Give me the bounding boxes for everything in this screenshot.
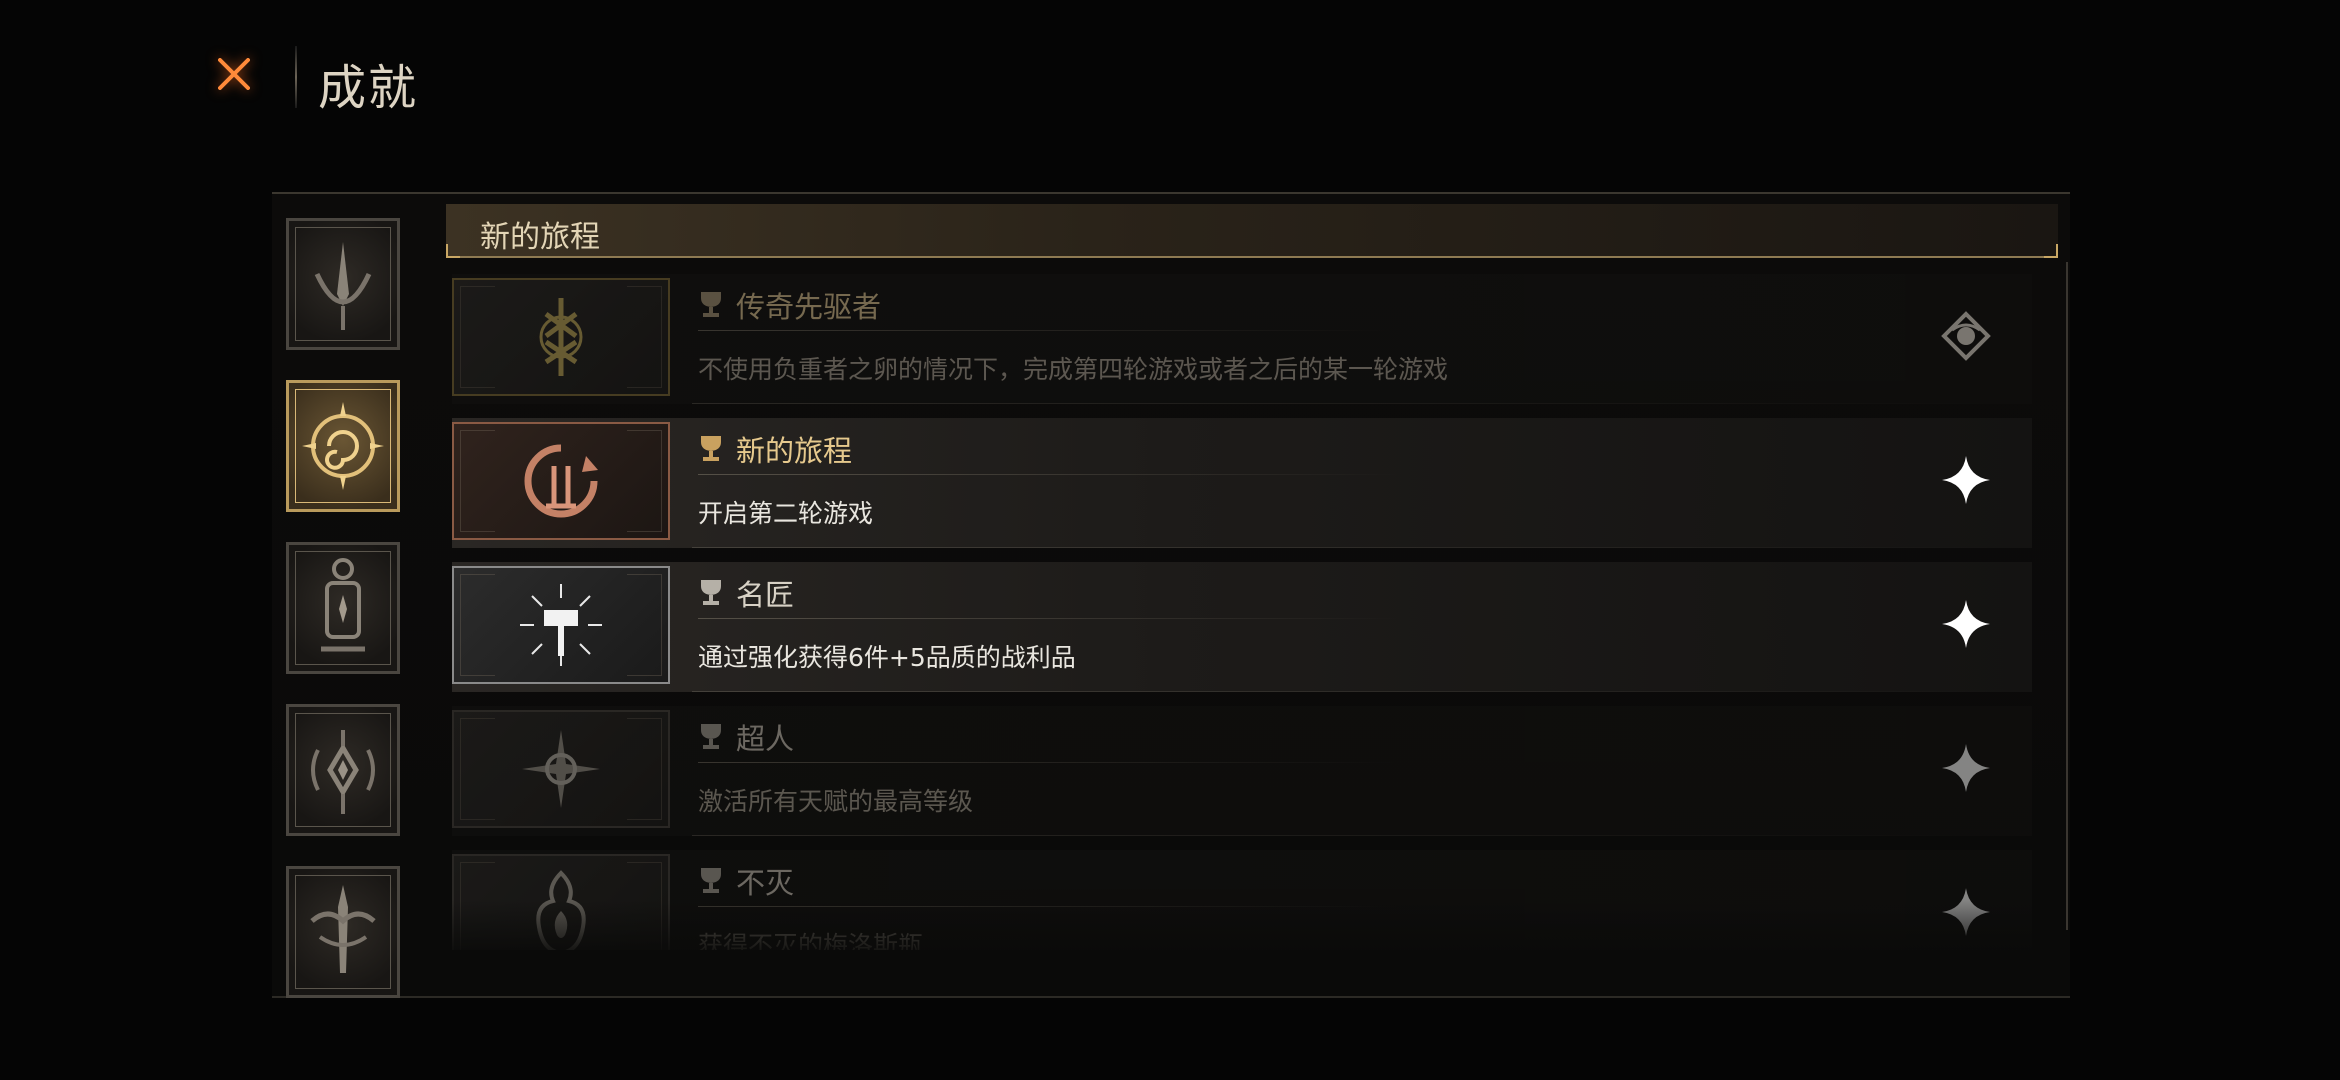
name-underline xyxy=(698,618,1398,619)
trophy-icon xyxy=(701,580,721,605)
sparkle-star-icon xyxy=(1942,600,1990,648)
sparkle-star-icon xyxy=(1942,456,1990,504)
achievement-description: 获得不灭的梅洛斯瓶 xyxy=(698,931,924,950)
lantern-emblem-icon xyxy=(321,558,365,652)
trophy-icon xyxy=(701,436,721,461)
crest-badge-icon xyxy=(1941,311,1991,361)
category-tab-5[interactable] xyxy=(286,866,400,998)
status-badge xyxy=(1936,738,1996,798)
achievement-row-2[interactable]: 新的旅程 开启第二轮游戏 xyxy=(452,418,2032,548)
achievement-name: 传奇先驱者 xyxy=(736,290,882,324)
compass-spiral-emblem-icon xyxy=(302,402,384,490)
category-tab-1[interactable] xyxy=(286,218,400,350)
cycle-rune-icon xyxy=(524,444,598,518)
category-tab-2[interactable] xyxy=(286,380,400,512)
thorned-eye-emblem-icon xyxy=(311,730,375,814)
achievement-row-4[interactable]: 超人 激活所有天赋的最高等级 xyxy=(452,706,2032,836)
rune-sigil-icon xyxy=(539,298,583,376)
status-badge xyxy=(1936,882,1996,942)
row-divider xyxy=(692,835,1992,836)
sparkle-star-icon xyxy=(1942,888,1990,936)
achievement-thumb xyxy=(452,278,670,396)
achievement-row-5[interactable]: 不灭 获得不灭的梅洛斯瓶 xyxy=(452,850,2032,950)
trophy-icon xyxy=(701,868,721,893)
achievement-description: 通过强化获得6件+5品质的战利品 xyxy=(698,643,1076,672)
close-x-icon xyxy=(218,58,250,90)
achievement-name: 新的旅程 xyxy=(736,434,853,468)
achievement-name: 名匠 xyxy=(736,578,795,612)
close-button[interactable] xyxy=(208,48,260,100)
trophy-icon xyxy=(701,724,721,749)
achievement-description: 不使用负重者之卵的情况下，完成第四轮游戏或者之后的某一轮游戏 xyxy=(698,355,1449,384)
trophy-icon xyxy=(701,292,721,317)
name-underline xyxy=(698,474,1398,475)
header-divider xyxy=(295,46,297,108)
name-underline xyxy=(698,906,1398,907)
achievement-row-1[interactable]: 传奇先驱者 不使用负重者之卵的情况下，完成第四轮游戏或者之后的某一轮游戏 xyxy=(452,274,2032,404)
category-tab-3[interactable] xyxy=(286,542,400,674)
spire-emblem-icon xyxy=(314,242,372,330)
achievement-thumb xyxy=(452,566,670,684)
name-underline xyxy=(698,762,1398,763)
row-divider xyxy=(692,403,1992,404)
page-title: 成就 xyxy=(318,60,419,116)
achievement-description: 开启第二轮游戏 xyxy=(698,499,874,528)
sparkle-star-icon xyxy=(1942,744,1990,792)
row-divider xyxy=(692,691,1992,692)
status-badge xyxy=(1936,306,1996,366)
ornate-sword-emblem-icon xyxy=(310,885,376,973)
section-title: 新的旅程 xyxy=(480,220,600,255)
achievement-row-3[interactable]: 名匠 通过强化获得6件+5品质的战利品 xyxy=(452,562,2032,692)
radiant-hammer-icon xyxy=(520,584,602,666)
section-header: 新的旅程 xyxy=(446,204,2058,258)
name-underline xyxy=(698,330,1398,331)
achievement-thumb xyxy=(452,422,670,540)
achievement-thumb xyxy=(452,710,670,828)
row-divider xyxy=(692,547,1992,548)
list-scroll-edge xyxy=(2066,262,2068,930)
achievement-list-panel[interactable]: 新的旅程 传奇先驱者 不使用负重者之卵的情况下，完成第四轮游戏或者之后的某一轮游… xyxy=(446,204,2066,950)
achievement-description: 激活所有天赋的最高等级 xyxy=(698,787,974,816)
status-badge xyxy=(1936,594,1996,654)
achievement-name: 超人 xyxy=(736,722,795,756)
status-badge xyxy=(1936,450,1996,510)
star-compass-icon xyxy=(522,730,600,808)
category-tab-4[interactable] xyxy=(286,704,400,836)
flame-flask-icon xyxy=(536,870,586,950)
achievement-name: 不灭 xyxy=(736,866,795,900)
achievement-thumb xyxy=(452,854,670,950)
